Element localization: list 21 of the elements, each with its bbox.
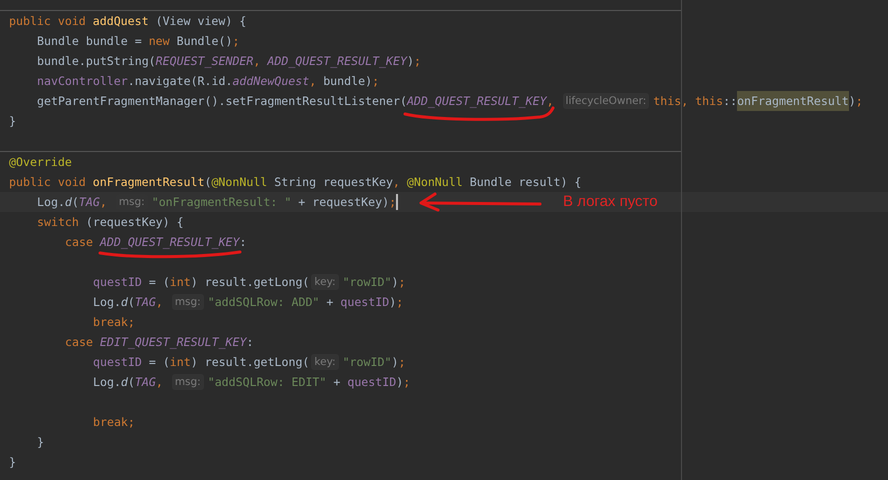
code-line: questID = (int) result.getLong( key: "rowID"); (93, 353, 406, 372)
code-line: Bundle bundle = new Bundle(); (37, 33, 240, 50)
code-line: } (37, 434, 44, 451)
code-line: navController.navigate(R.id.addNewQuest, bundle); (37, 73, 380, 90)
code-line: case EDIT_QUEST_RESULT_KEY: (65, 334, 254, 351)
code-line: @Override (9, 154, 72, 171)
code-line: switch (requestKey) { (37, 214, 184, 231)
annotation-text: В логах пусто (563, 192, 658, 212)
code-line: break; (93, 314, 135, 331)
code-line: public void addQuest (View view) { (9, 13, 246, 30)
code-line: } (9, 113, 16, 130)
code-line: case ADD_QUEST_RESULT_KEY: (65, 234, 246, 251)
code-line: Log.d(TAG, msg: "addSQLRow: EDIT" + questID); (93, 373, 410, 392)
code-line: bundle.putString(REQUEST_SENDER, ADD_QUEST_RESULT_KEY); (37, 53, 421, 70)
code-line: } (9, 454, 16, 471)
code-line: questID = (int) result.getLong( key: "rowID"); (93, 273, 406, 292)
code-line: Log.d(TAG, msg: "addSQLRow: ADD" + questID); (93, 293, 404, 312)
code-line: break; (93, 414, 135, 431)
code-line: public void onFragmentResult(@NonNull String requestKey, @NonNull Bundle result) { (9, 174, 582, 191)
code-line: Log.d(TAG, msg: "onFragmentResult: " + requestKey); (37, 193, 398, 212)
code-line: getParentFragmentManager().setFragmentResultListener(ADD_QUEST_RESULT_KEY, lifecycleOwner: this, this::onFragmentResult); (37, 91, 863, 111)
